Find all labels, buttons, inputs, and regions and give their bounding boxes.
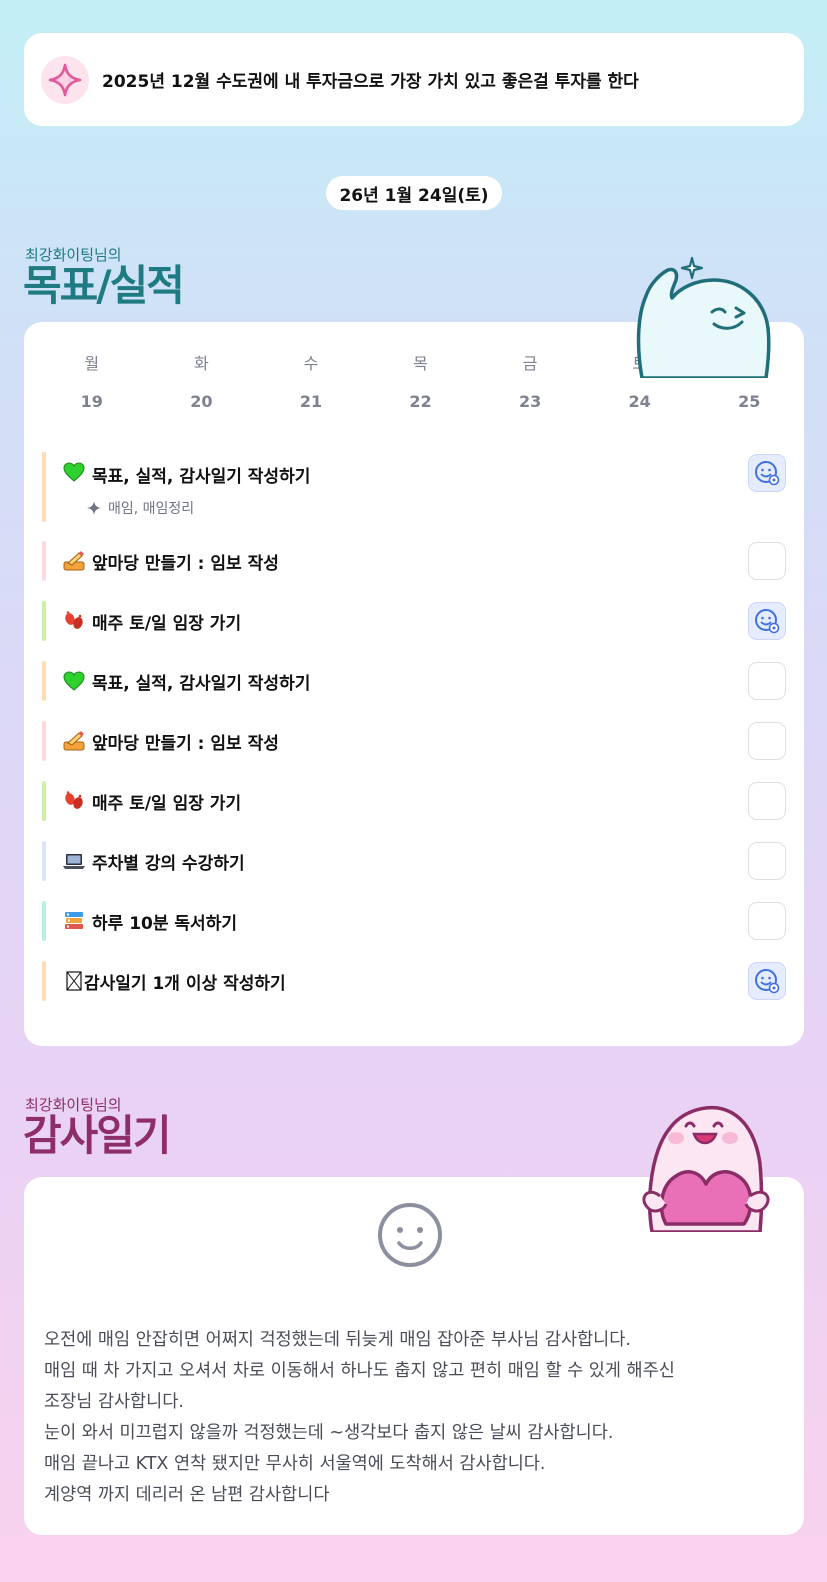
task-color-bar <box>42 841 46 881</box>
week-dates-row: 19 20 21 22 23 24 25 <box>24 392 804 411</box>
goals-card: 월 화 수 목 금 토 일 19 20 21 22 23 24 25 목표, 실… <box>24 322 804 1046</box>
task-label: 앞마당 만들기 : 임보 작성 <box>92 553 279 574</box>
books-icon <box>62 909 86 933</box>
task-row[interactable]: 매주 토/일 임장 가기 <box>42 781 786 821</box>
smile-check-icon <box>755 609 780 634</box>
week-date[interactable]: 22 <box>366 392 476 411</box>
task-checkbox[interactable] <box>748 842 786 880</box>
task-color-bar <box>42 781 46 821</box>
task-row[interactable]: 매주 토/일 임장 가기 <box>42 601 786 641</box>
diary-line: 매임 때 차 가지고 오셔서 차로 이동해서 하나도 춥지 않고 편히 매임 할… <box>44 1361 675 1381</box>
task-row[interactable]: 감사일기 1개 이상 작성하기 <box>42 961 786 1001</box>
diary-text: 오전에 매임 안잡히면 어쩌지 걱정했는데 뒤늦게 매임 잡아준 부사님 감사합… <box>44 1325 789 1511</box>
diary-line: 계양역 까지 데리러 온 남편 감사합니다 <box>44 1485 330 1505</box>
writing-hand-icon <box>62 549 86 573</box>
footprints-icon <box>62 609 86 633</box>
footprints-icon <box>62 789 86 813</box>
task-color-bar <box>42 541 46 581</box>
task-label: 주차별 강의 수강하기 <box>92 853 245 874</box>
diary-line: 조장님 감사합니다. <box>44 1392 184 1412</box>
task-checkbox[interactable] <box>748 782 786 820</box>
smile-check-icon <box>755 969 780 994</box>
task-checkbox[interactable] <box>748 722 786 760</box>
goal-banner: 2025년 12월 수도권에 내 투자금으로 가장 가치 있고 좋은걸 투자를 … <box>24 33 804 126</box>
task-row[interactable]: 목표, 실적, 감사일기 작성하기 매임, 매임정리 <box>42 452 786 522</box>
diary-section-title: 감사일기 <box>23 1111 172 1160</box>
task-label: 앞마당 만들기 : 임보 작성 <box>92 733 279 754</box>
missing-glyph-icon <box>62 969 86 993</box>
task-label: 하루 10분 독서하기 <box>92 913 237 934</box>
weekday-label: 월 <box>84 354 100 373</box>
task-checkbox-checked[interactable] <box>748 602 786 640</box>
task-row[interactable]: 목표, 실적, 감사일기 작성하기 <box>42 661 786 701</box>
heart-icon <box>62 460 86 484</box>
task-checkbox-checked[interactable] <box>748 962 786 1000</box>
task-color-bar <box>42 961 46 1001</box>
smile-check-icon <box>755 461 780 486</box>
task-color-bar <box>42 661 46 701</box>
task-row[interactable]: 하루 10분 독서하기 <box>42 901 786 941</box>
task-color-bar <box>42 901 46 941</box>
task-label: 매주 토/일 임장 가기 <box>92 793 242 814</box>
task-color-bar <box>42 721 46 761</box>
task-checkbox[interactable] <box>748 662 786 700</box>
heart-icon <box>62 669 86 693</box>
task-checkbox[interactable] <box>748 542 786 580</box>
task-label: 매주 토/일 임장 가기 <box>92 613 242 634</box>
task-row[interactable]: 앞마당 만들기 : 임보 작성 <box>42 721 786 761</box>
task-checkbox-checked[interactable] <box>748 454 786 492</box>
sparkle-small-icon <box>87 501 101 515</box>
task-label: 목표, 실적, 감사일기 작성하기 <box>92 673 311 694</box>
task-label: 감사일기 1개 이상 작성하기 <box>84 973 286 994</box>
weekday-label: 수 <box>303 354 319 373</box>
week-date[interactable]: 25 <box>694 392 804 411</box>
week-date[interactable]: 21 <box>256 392 366 411</box>
weekday-label: 화 <box>194 354 209 373</box>
diary-line: 눈이 와서 미끄럽지 않을까 걱정했는데 ~생각보다 춥지 않은 날씨 감사합니… <box>44 1423 614 1443</box>
goal-text: 2025년 12월 수도권에 내 투자금으로 가장 가치 있고 좋은걸 투자를 … <box>102 72 639 92</box>
mascot-character-thumbs <box>634 254 780 378</box>
week-date[interactable]: 19 <box>37 392 147 411</box>
sparkle-icon <box>41 55 89 104</box>
task-sub-row: 매임, 매임정리 <box>86 498 194 518</box>
writing-hand-icon <box>62 729 86 753</box>
task-row[interactable]: 앞마당 만들기 : 임보 작성 <box>42 541 786 581</box>
week-date[interactable]: 20 <box>147 392 257 411</box>
laptop-icon <box>62 849 86 873</box>
task-color-bar <box>42 452 46 522</box>
smile-face-icon[interactable] <box>376 1201 444 1273</box>
task-label: 목표, 실적, 감사일기 작성하기 <box>92 467 311 487</box>
task-checkbox[interactable] <box>748 902 786 940</box>
week-date[interactable]: 23 <box>475 392 585 411</box>
diary-line: 매임 끝나고 KTX 연착 됐지만 무사히 서울역에 도착해서 감사합니다. <box>44 1454 546 1474</box>
diary-line: 오전에 매임 안잡히면 어쩌지 걱정했는데 뒤늦게 매임 잡아준 부사님 감사합… <box>44 1330 631 1350</box>
mascot-character-heart <box>630 1104 782 1232</box>
task-color-bar <box>42 601 46 641</box>
weekday-label: 금 <box>522 354 538 373</box>
date-pill[interactable]: 26년 1월 24일(토) <box>326 176 502 210</box>
task-sub-label: 매임, 매임정리 <box>108 501 195 517</box>
goals-section-title: 목표/실적 <box>23 261 185 310</box>
weekday-label: 목 <box>413 354 428 373</box>
task-row[interactable]: 주차별 강의 수강하기 <box>42 841 786 881</box>
week-date[interactable]: 24 <box>585 392 695 411</box>
